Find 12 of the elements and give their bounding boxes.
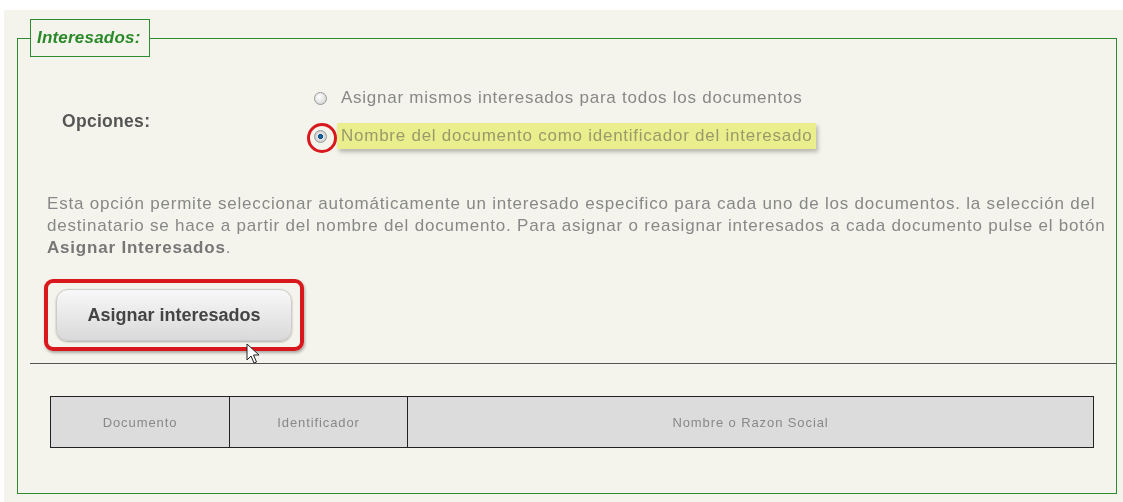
option-label: Nombre del documento como identificador del interesado	[337, 123, 817, 149]
cursor-icon	[246, 343, 260, 365]
radio-button[interactable]	[314, 91, 327, 105]
column-header: Identificador	[229, 396, 408, 448]
option-label: Asignar mismos interesados para todos los documentos	[340, 87, 804, 109]
column-header: Documento	[50, 396, 230, 448]
description-text: Esta opción permite seleccionar automáticamente un interesado especifico para cada uno de los documentos. la selección del destinatario se hace a partir del nombre del documento. Para asignar o reasignar interesados a cada documento pulse el botón Asignar Interesados.	[47, 193, 1107, 259]
assign-button[interactable]: Asignar interesados	[56, 289, 292, 341]
radio-button[interactable]	[314, 129, 327, 143]
panel-legend: Interesados:	[30, 19, 150, 57]
column-header: Nombre o Razon Social	[407, 396, 1094, 448]
options-label: Opciones:	[62, 110, 152, 132]
